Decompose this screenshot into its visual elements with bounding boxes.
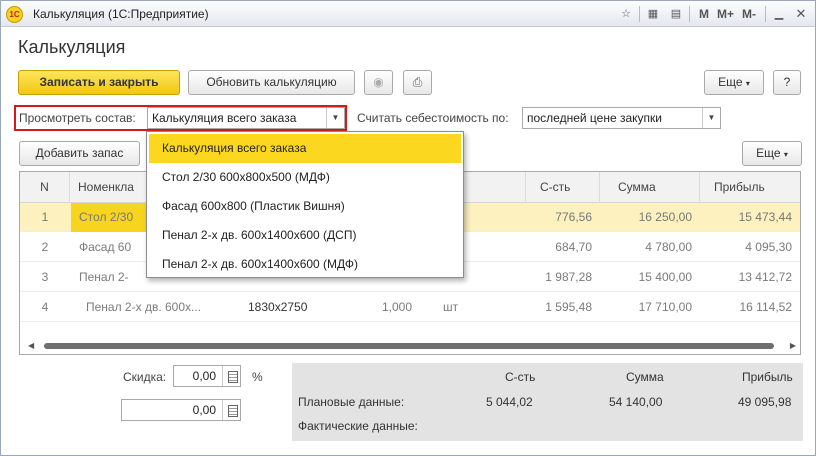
scroll-right-icon[interactable]: ▶ [790,341,796,351]
title-bar: 1С Калькуляция (1С:Предприятие) ☆ ▦ ▤ M … [1,1,815,27]
minimize-icon[interactable]: ▁ [771,6,787,22]
more-button-label: Еще [718,75,743,89]
dropdown-arrow-icon: ▾ [783,150,788,159]
column-header-sum[interactable]: Сумма [600,172,700,203]
dropdown-option[interactable]: Пенал 2-х дв. 600х1400х600 (МДФ) [149,250,461,279]
row-sum: 4 780,00 [645,240,692,254]
app-logo-icon[interactable]: 1С [6,6,23,23]
highlight-frame [14,105,347,131]
dropdown-option[interactable]: Стол 2/30 600х800х500 (МДФ) [149,163,461,192]
favorite-star-icon[interactable]: ☆ [618,6,634,22]
discount-label: Скидка: [123,370,167,384]
calculator-icon[interactable]: ▦ [645,6,661,22]
totals-header-sum: Сумма [626,370,664,384]
dropdown-option[interactable]: Калькуляция всего заказа [149,134,461,163]
planned-data-label: Плановые данные: [298,395,405,409]
percent-sign: % [252,370,263,384]
calculator-icon[interactable] [222,400,240,420]
row-profit: 16 114,52 [739,300,793,314]
row-qty: 1,000 [381,300,412,314]
totals-header-profit: Прибыль [742,370,793,384]
eye-icon: ◉ [373,75,384,89]
column-header-cost[interactable]: С-сть [526,172,600,203]
calculation-window: 1С Калькуляция (1С:Предприятие) ☆ ▦ ▤ M … [0,0,816,456]
dropdown-arrow-icon: ▾ [745,79,750,88]
memory-minus-button[interactable]: M- [742,7,756,21]
discount-amount-value: 0,00 [192,403,216,417]
planned-sum: 54 140,00 [609,395,663,409]
cost-basis-value: последней цене закупки [527,111,662,125]
cost-basis-select[interactable]: последней цене закупки ▼ [522,107,721,129]
view-composition-dropdown[interactable]: Калькуляция всего заказа Стол 2/30 600х8… [146,131,464,278]
row-profit: 4 095,30 [745,240,792,254]
column-header-n[interactable]: N [20,172,70,203]
row-sum: 17 710,00 [638,300,692,314]
toolbar-divider [639,6,640,22]
memory-button[interactable]: M [699,7,709,21]
memory-plus-button[interactable]: M+ [717,7,734,21]
dropdown-option[interactable]: Пенал 2-х дв. 600х1400х600 (ДСП) [149,221,461,250]
row-number: 4 [41,300,49,314]
scroll-left-icon[interactable]: ◀ [28,341,34,351]
row-number: 3 [41,270,49,284]
row-profit: 15 473,44 [738,210,792,224]
help-button[interactable]: ? [773,70,801,95]
discount-value: 0,00 [192,369,216,383]
row-sum: 16 250,00 [638,210,692,224]
cost-basis-label: Считать себестоимость по: [357,111,509,125]
actual-data-label: Фактические данные: [298,419,418,433]
toolbar-divider [765,6,766,22]
row-number: 2 [41,240,49,254]
dropdown-arrow-icon[interactable]: ▼ [702,108,720,128]
more-button[interactable]: Еще ▾ [704,70,764,95]
table-row[interactable]: 4 Пенал 2-х дв. 600х... 1830х2750 1,000 … [20,293,800,322]
horizontal-scrollbar[interactable]: ◀ ▶ [22,341,798,351]
calculator-icon[interactable] [222,366,240,386]
scrollbar-thumb[interactable] [44,343,774,349]
refresh-calculation-button[interactable]: Обновить калькуляцию [188,70,355,95]
totals-panel: С-сть Сумма Прибыль Плановые данные: 5 0… [292,363,803,441]
column-header-profit[interactable]: Прибыль [700,172,800,203]
close-icon[interactable]: ✕ [793,6,809,22]
printer-icon: ⎙ [412,75,423,89]
row-cost: 1 595,48 [545,300,592,314]
planned-cost: 5 044,02 [486,395,533,409]
row-name[interactable]: Пенал 2-х дв. 600х... [78,293,228,322]
discount-amount-input[interactable]: 0,00 [121,399,241,421]
row-cost: 684,70 [555,240,592,254]
calendar-icon[interactable]: ▤ [668,6,684,22]
row-cost: 1 987,28 [545,270,592,284]
table-more-button[interactable]: Еще ▾ [742,141,802,166]
add-stock-button[interactable]: Добавить запас [19,141,140,166]
row-size: 1830х2750 [248,300,308,314]
table-more-label: Еще [756,146,781,160]
discount-input[interactable]: 0,00 [173,365,241,387]
planned-profit: 49 095,98 [738,395,792,409]
view-button[interactable]: ◉ [364,70,393,95]
print-button[interactable]: ⎙ [403,70,432,95]
row-unit: шт [443,300,459,314]
window-title: Калькуляция (1С:Предприятие) [33,7,209,21]
dropdown-option[interactable]: Фасад 600х800 (Пластик Вишня) [149,192,461,221]
row-sum: 15 400,00 [638,270,692,284]
totals-header-cost: С-сть [505,370,536,384]
row-profit: 13 412,72 [738,270,792,284]
row-number: 1 [41,210,49,224]
row-cost: 776,56 [555,210,592,224]
form-title: Калькуляция [18,37,126,57]
toolbar-divider [689,6,690,22]
save-and-close-button[interactable]: Записать и закрыть [18,70,180,95]
